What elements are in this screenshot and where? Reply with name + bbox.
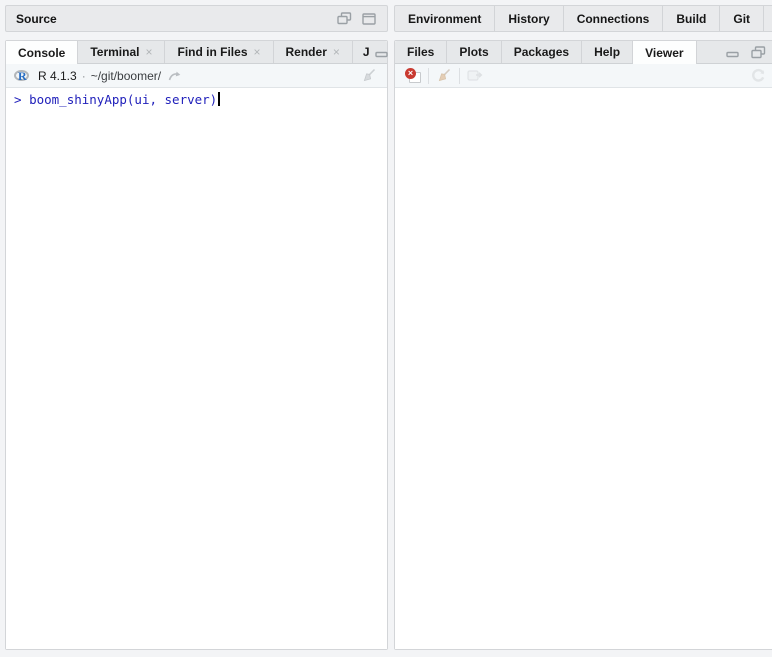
tab-help-label: Help [594,45,621,59]
tab-tutorial-truncated[interactable]: Tutor [764,6,772,31]
working-directory-label[interactable]: ~/git/boomer/ [91,69,161,83]
close-icon[interactable]: × [254,46,261,58]
tab-environment[interactable]: Environment [395,6,496,31]
close-icon[interactable]: × [333,46,340,58]
console-input-area[interactable]: > boom_shinyApp(ui, server) [6,88,387,649]
console-pane: Console Terminal × Find in Files × Rende… [5,40,414,650]
tab-connections[interactable]: Connections [564,6,664,31]
tab-packages-label: Packages [513,45,570,59]
tab-git[interactable]: Git [720,6,765,31]
separator-dot: · [81,68,86,83]
clear-all-viewer-broom-icon[interactable] [434,66,454,86]
tab-connections-label: Connections [576,11,650,26]
console-tabbar: Console Terminal × Find in Files × Rende… [6,41,414,64]
r-version-label: R 4.1.3 [38,68,77,83]
close-icon[interactable]: × [145,46,152,58]
tab-jobs-truncated[interactable]: J [353,41,372,63]
viewer-tabbar: Files Plots Packages Help Viewer [395,41,772,64]
tab-find-in-files[interactable]: Find in Files × [165,41,274,63]
text-cursor [218,92,221,106]
viewer-toolbar: × [395,64,772,88]
viewer-content-empty [395,88,772,649]
console-input-text: boom_shinyApp(ui, server) [29,92,218,107]
tab-viewer[interactable]: Viewer [633,41,697,64]
tab-files-label: Files [407,45,435,59]
tab-build[interactable]: Build [663,6,721,31]
restore-pane-icon[interactable] [334,9,354,29]
tab-terminal[interactable]: Terminal × [78,41,166,63]
tab-plots-label: Plots [459,45,489,59]
tab-git-label: Git [733,11,751,26]
console-prompt: > [14,92,22,107]
remove-viewer-item-icon[interactable]: × [403,66,423,86]
tab-files[interactable]: Files [395,41,448,63]
console-toolbar: R R 4.1.3 · ~/git/boomer/ [6,64,387,88]
tab-console-label: Console [18,45,66,60]
minimize-pane-icon[interactable] [723,42,743,62]
restore-pane-icon[interactable] [748,42,768,62]
tab-render[interactable]: Render × [274,41,353,63]
goto-directory-arrow-icon[interactable] [165,66,185,86]
tab-terminal-label: Terminal [90,45,140,59]
tab-packages[interactable]: Packages [502,41,583,63]
source-pane-header: Source [5,5,388,32]
environment-pane-header: Environment History Connections Build Gi… [394,5,772,32]
tab-jobs-label: J [362,45,370,59]
tab-help[interactable]: Help [582,41,634,63]
tab-render-label: Render [285,45,327,59]
r-logo-icon: R [14,68,31,83]
tab-plots[interactable]: Plots [447,41,502,63]
minimize-pane-icon[interactable] [372,42,392,62]
source-pane-title: Source [16,11,57,26]
tab-find-in-files-label: Find in Files [177,45,248,59]
tab-console[interactable]: Console [6,41,79,64]
tab-environment-label: Environment [408,11,482,26]
refresh-viewer-icon [748,66,768,86]
tab-build-label: Build [676,11,707,26]
red-x-badge: × [405,68,416,79]
export-viewer-icon [465,66,485,86]
tab-viewer-label: Viewer [645,45,684,60]
tab-history-label: History [508,11,550,26]
maximize-pane-icon[interactable] [359,9,379,29]
tab-history[interactable]: History [495,6,564,31]
viewer-pane: Files Plots Packages Help Viewer × [394,40,772,650]
clear-console-broom-icon[interactable] [359,66,379,86]
